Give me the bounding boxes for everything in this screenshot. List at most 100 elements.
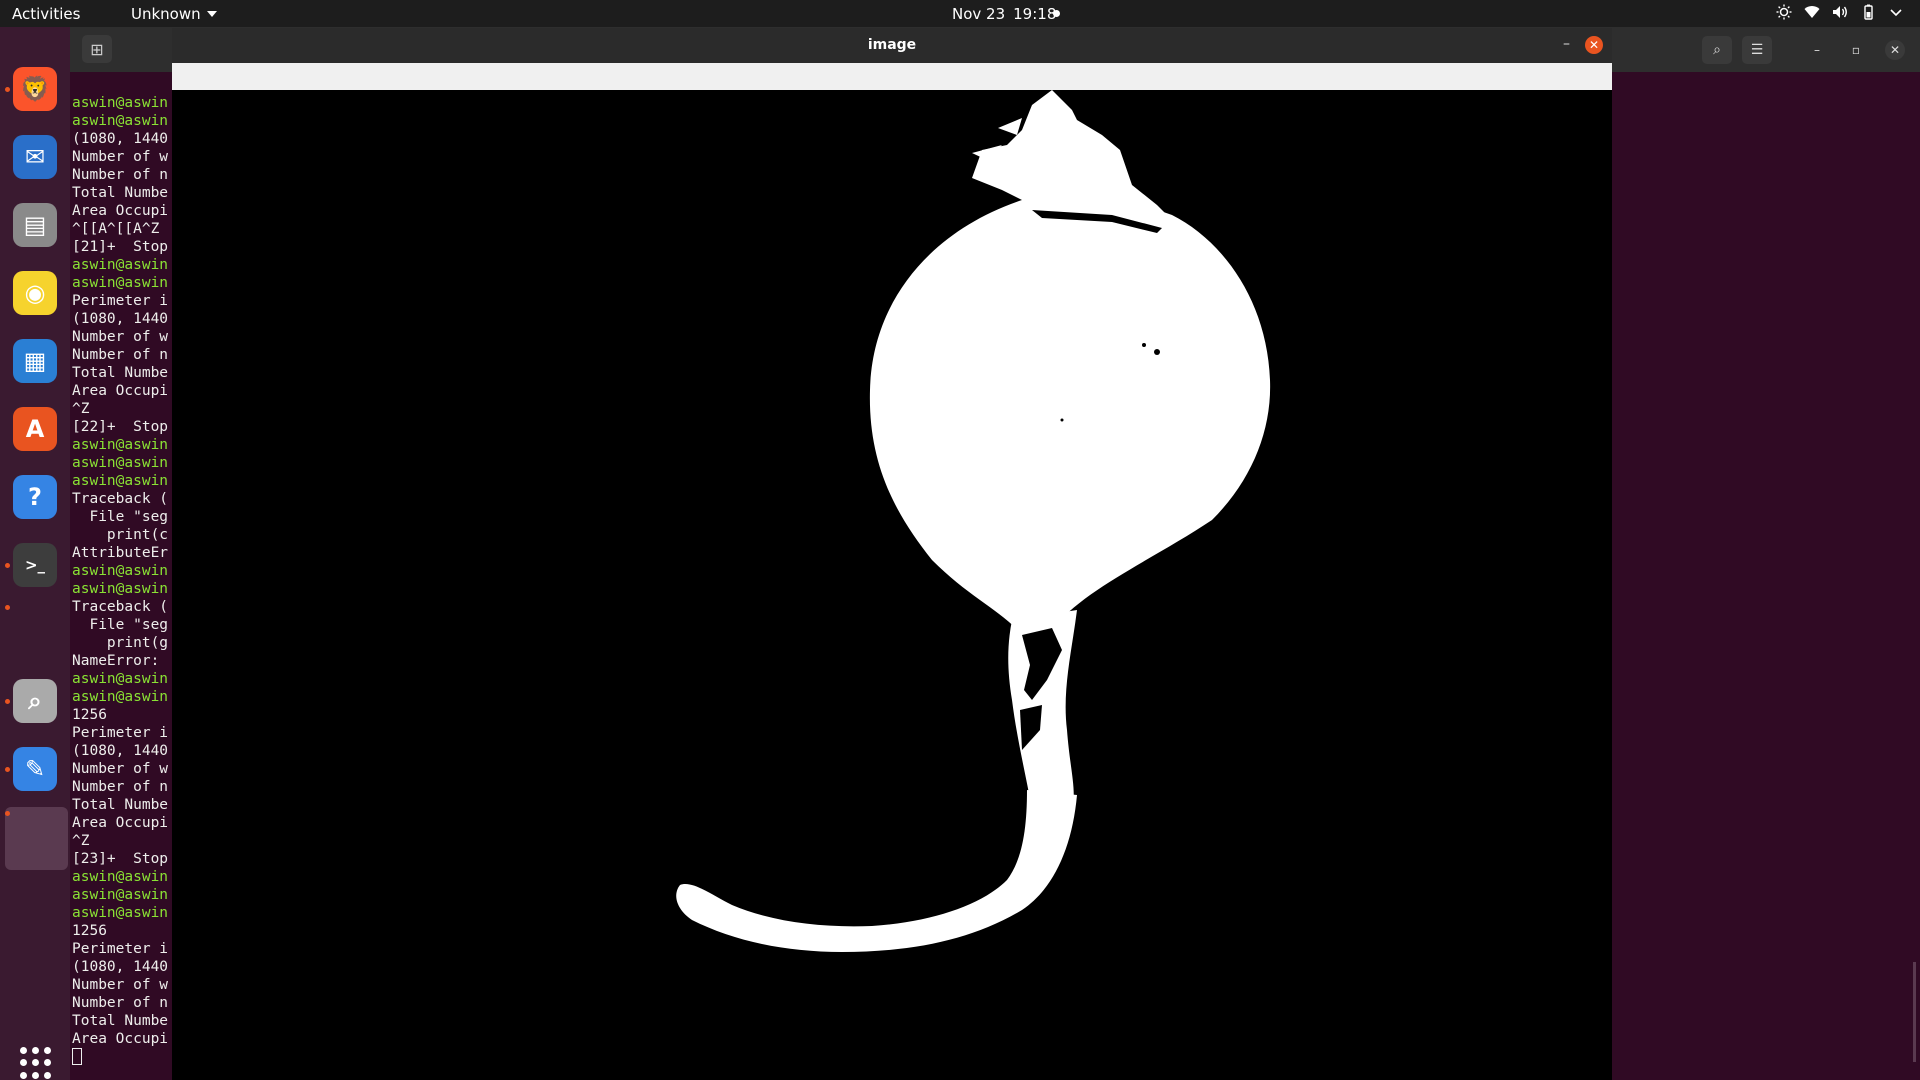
dock-item-rhythmbox[interactable]: ◉ bbox=[9, 267, 61, 319]
terminal-output-line: Traceback ( bbox=[72, 599, 169, 615]
dock-active-highlight bbox=[5, 807, 68, 870]
close-icon: ✕ bbox=[1889, 43, 1901, 57]
terminal-search-button[interactable]: ⌕ bbox=[1702, 36, 1732, 64]
volume-icon bbox=[1832, 4, 1848, 20]
terminal-output-line: 1256 bbox=[72, 923, 107, 939]
terminal-output-line: Total Numbe bbox=[72, 1013, 169, 1029]
terminal-scrollbar[interactable] bbox=[1913, 962, 1916, 1062]
running-indicator bbox=[5, 605, 10, 610]
dock-item-image-viewer[interactable]: ⌕ bbox=[9, 675, 61, 727]
dock-item-files[interactable]: ▤ bbox=[9, 199, 61, 251]
terminal-icon: >_ bbox=[13, 543, 57, 587]
dock-item-help[interactable]: ? bbox=[9, 471, 61, 523]
terminal-output-line: Traceback ( bbox=[72, 491, 169, 507]
terminal-prompt-line: aswin@aswin bbox=[72, 563, 169, 579]
terminal-output-line: 1256 bbox=[72, 707, 107, 723]
running-indicator bbox=[5, 811, 10, 816]
minimize-button[interactable]: – bbox=[1563, 36, 1570, 52]
terminal-output-line: Number of w bbox=[72, 761, 169, 777]
dock-item-terminal[interactable]: >_ bbox=[9, 539, 61, 591]
terminal-output-line: (1080, 1440 bbox=[72, 131, 169, 147]
terminal-cursor bbox=[72, 1048, 82, 1065]
dock-item-brave-browser[interactable]: 🦁 bbox=[9, 63, 61, 115]
hamburger-menu-icon: ☰ bbox=[1750, 42, 1764, 58]
close-icon: ✕ bbox=[1588, 38, 1600, 52]
terminal-output-line: ^Z bbox=[72, 833, 90, 849]
image-canvas bbox=[172, 90, 1612, 1080]
terminal-output-line: Perimeter i bbox=[72, 941, 169, 957]
clock[interactable]: Nov 23 19:18 bbox=[952, 5, 1056, 23]
dock-item-thunderbird[interactable]: ✉ bbox=[9, 131, 61, 183]
terminal-output-line: Number of n bbox=[72, 779, 169, 795]
text-editor-icon: ✎ bbox=[13, 747, 57, 791]
terminal-output-line: Number of w bbox=[72, 149, 169, 165]
running-indicator bbox=[5, 767, 10, 772]
terminal-output-line: print(g bbox=[72, 635, 169, 651]
terminal-output-line: Total Numbe bbox=[72, 185, 169, 201]
terminal-output-line: Area Occupi bbox=[72, 383, 169, 399]
terminal-output-line: Number of w bbox=[72, 329, 169, 345]
image-window[interactable]: image – ✕ bbox=[172, 28, 1612, 1080]
image-window-toolbar bbox=[172, 63, 1612, 90]
terminal-prompt-line: aswin@aswin bbox=[72, 473, 169, 489]
minimize-icon: – bbox=[1814, 43, 1820, 57]
onion-mask-image bbox=[172, 90, 1612, 1080]
terminal-output-line: ^[[A^[[A^Z bbox=[72, 221, 160, 237]
notification-dot bbox=[1053, 10, 1060, 17]
terminal-prompt-line: aswin@aswin bbox=[72, 689, 169, 705]
dock-item-text-editor[interactable]: ✎ bbox=[9, 743, 61, 795]
wifi-icon bbox=[1804, 4, 1820, 20]
terminal-close-button[interactable]: ✕ bbox=[1885, 40, 1905, 60]
battery-icon bbox=[1860, 4, 1876, 20]
terminal-output-line: Total Numbe bbox=[72, 797, 169, 813]
dock-item-ubuntu-software[interactable]: A bbox=[9, 403, 61, 455]
window-title: image bbox=[867, 37, 917, 53]
terminal-output-line: Perimeter i bbox=[72, 725, 169, 741]
show-applications-icon[interactable] bbox=[20, 1047, 52, 1079]
terminal-output-line: File "seg bbox=[72, 617, 169, 633]
terminal-maximize-button[interactable]: ▫ bbox=[1846, 40, 1866, 60]
close-button[interactable]: ✕ bbox=[1585, 36, 1603, 54]
clock-time: 19:18 bbox=[1013, 5, 1057, 23]
terminal-minimize-button[interactable]: – bbox=[1807, 40, 1827, 60]
terminal-output-line: print(c bbox=[72, 527, 169, 543]
terminal-output-line: File "seg bbox=[72, 509, 169, 525]
terminal-output-line: Number of n bbox=[72, 347, 169, 363]
terminal-output-line: (1080, 1440 bbox=[72, 311, 169, 327]
terminal-prompt-line: aswin@aswin bbox=[72, 113, 169, 129]
minimize-icon: – bbox=[1563, 36, 1570, 52]
image-window-titlebar[interactable]: image – ✕ bbox=[172, 28, 1612, 63]
terminal-prompt-line: aswin@aswin bbox=[72, 869, 169, 885]
app-menu[interactable]: Unknown bbox=[131, 5, 217, 23]
new-tab-icon: ⊞ bbox=[90, 39, 104, 59]
terminal-output-line: Total Numbe bbox=[72, 365, 169, 381]
terminal-prompt-line: aswin@aswin bbox=[72, 95, 169, 111]
system-tray[interactable] bbox=[1776, 4, 1904, 20]
clock-date: Nov 23 bbox=[952, 5, 1006, 23]
terminal-output-line: [21]+ Stop bbox=[72, 239, 169, 255]
terminal-output-line: [23]+ Stop bbox=[72, 851, 169, 867]
libreoffice-writer-icon: ▦ bbox=[13, 339, 57, 383]
terminal-prompt-line: aswin@aswin bbox=[72, 275, 169, 291]
activities-button[interactable]: Activities bbox=[12, 5, 80, 23]
chevron-down-icon bbox=[206, 11, 217, 17]
terminal-output[interactable]: aswin@aswin aswin@aswin (1080, 1440 Number … bbox=[72, 94, 172, 1067]
dock-item-libreoffice-writer[interactable]: ▦ bbox=[9, 335, 61, 387]
terminal-output-line: Area Occupi bbox=[72, 815, 169, 831]
files-icon: ▤ bbox=[13, 203, 57, 247]
running-indicator bbox=[5, 87, 10, 92]
search-icon: ⌕ bbox=[1713, 42, 1721, 58]
brave-browser-icon: 🦁 bbox=[13, 67, 57, 111]
terminal-output-line: (1080, 1440 bbox=[72, 959, 169, 975]
terminal-output-line: Area Occupi bbox=[72, 1031, 169, 1047]
new-tab-button[interactable]: ⊞ bbox=[82, 35, 112, 63]
terminal-menu-button[interactable]: ☰ bbox=[1742, 36, 1772, 64]
terminal-output-line: Number of n bbox=[72, 167, 169, 183]
thunderbird-icon: ✉ bbox=[13, 135, 57, 179]
dock: 🦁 ✉ ▤ ◉ ▦ A? >_ ⌕ ✎ bbox=[0, 27, 70, 1080]
terminal-output-line: [22]+ Stop bbox=[72, 419, 169, 435]
app-menu-label: Unknown bbox=[131, 5, 201, 23]
help-icon: ? bbox=[13, 475, 57, 519]
terminal-prompt-line: aswin@aswin bbox=[72, 257, 169, 273]
terminal-prompt-line: aswin@aswin bbox=[72, 905, 169, 921]
